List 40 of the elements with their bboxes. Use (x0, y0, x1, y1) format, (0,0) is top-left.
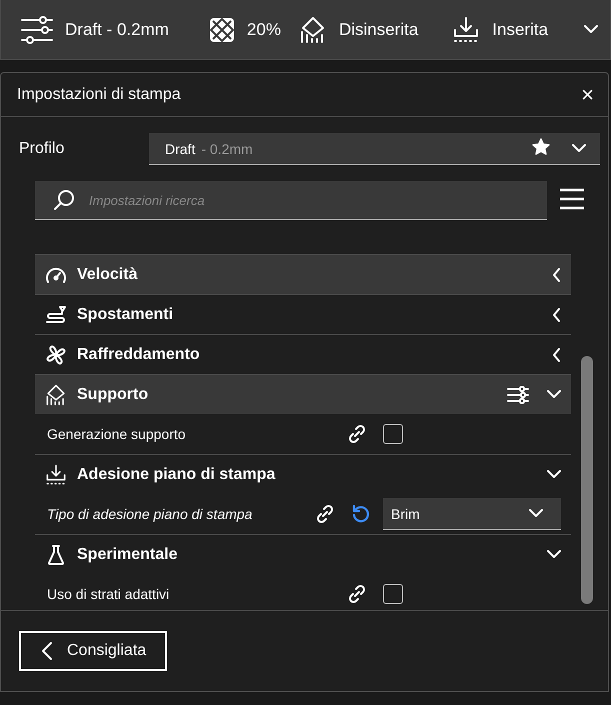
panel-title: Impostazioni di stampa (17, 86, 181, 104)
travel-path-icon (45, 304, 67, 324)
profile-dropdown[interactable]: Draft - 0.2mm (149, 133, 600, 165)
setting-label: Generazione supporto (47, 426, 187, 442)
link-icon[interactable] (347, 584, 367, 604)
category-header[interactable]: Adesione piano di stampa (35, 454, 571, 494)
flask-icon (45, 544, 67, 566)
category-header[interactable]: Velocità (35, 254, 571, 294)
dropdown[interactable]: Brim (383, 498, 561, 530)
setting-label: Uso di strati adattivi (47, 586, 170, 602)
infill-pattern-icon (208, 16, 235, 42)
link-icon[interactable] (347, 424, 367, 444)
chevron-down-icon (572, 144, 586, 153)
category-header[interactable]: Supporto (35, 374, 571, 414)
sliders-icon (21, 16, 53, 44)
search-icon (53, 189, 75, 211)
support-icon (45, 384, 67, 406)
close-button[interactable]: × (577, 82, 598, 108)
download-tray-icon (452, 16, 480, 44)
link-icon[interactable] (315, 504, 335, 524)
support-icon (298, 16, 327, 44)
chevron-down-icon (529, 509, 543, 518)
fan-icon (45, 344, 67, 366)
star-icon[interactable] (532, 138, 550, 156)
infill-label[interactable]: 20% (246, 20, 281, 40)
chevron-left-icon (41, 641, 53, 661)
profile-label: Profilo (19, 140, 66, 158)
reset-icon[interactable] (351, 504, 371, 524)
profile-label[interactable]: Draft - 0.2mm (65, 20, 169, 40)
setting-label: Tipo di adesione piano di stampa (47, 506, 254, 522)
chevron-down-icon (584, 25, 598, 34)
checkbox[interactable] (383, 424, 403, 444)
category-header[interactable]: Spostamenti (35, 294, 571, 334)
sliders-icon[interactable] (507, 386, 529, 404)
back-button[interactable]: Consigliata (19, 631, 167, 671)
adhesion-label[interactable]: Inserita (492, 20, 548, 40)
category-header[interactable]: Sperimentale (35, 534, 571, 574)
checkbox[interactable] (383, 584, 403, 604)
support-label[interactable]: Disinserita (338, 20, 418, 40)
download-tray-icon (45, 464, 67, 486)
